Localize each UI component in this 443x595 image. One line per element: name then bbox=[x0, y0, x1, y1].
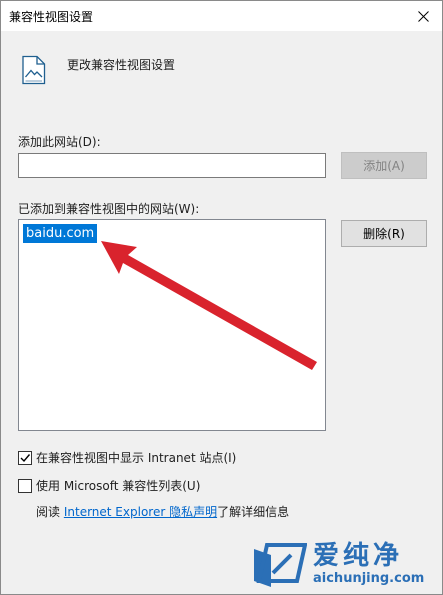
dialog-heading: 更改兼容性视图设置 bbox=[67, 58, 176, 72]
list-item[interactable]: baidu.com bbox=[23, 224, 98, 243]
intranet-label: 在兼容性视图中显示 Intranet 站点(I) bbox=[36, 451, 237, 465]
ms-list-label: 使用 Microsoft 兼容性列表(U) bbox=[36, 479, 201, 493]
watermark-text: 爱纯净 aichunjing.com bbox=[313, 541, 424, 587]
intranet-option[interactable]: 在兼容性视图中显示 Intranet 站点(I) bbox=[18, 449, 236, 466]
privacy-notice: 阅读 Internet Explorer 隐私声明了解详细信息 bbox=[36, 503, 289, 520]
compat-view-dialog: 兼容性视图设置 更改兼容性视图设置 添加此网站(D): 添加(A) 已添加到兼容… bbox=[0, 0, 443, 595]
add-site-input[interactable] bbox=[18, 153, 326, 178]
privacy-link[interactable]: Internet Explorer 隐私声明 bbox=[64, 505, 217, 519]
privacy-prefix: 阅读 bbox=[36, 505, 61, 519]
close-icon bbox=[417, 10, 429, 22]
watermark-url: aichunjing.com bbox=[313, 571, 425, 586]
ms-list-option[interactable]: 使用 Microsoft 兼容性列表(U) bbox=[18, 477, 200, 494]
ms-list-checkbox[interactable] bbox=[18, 478, 32, 493]
title-bar: 兼容性视图设置 bbox=[1, 1, 442, 31]
add-button[interactable]: 添加(A) bbox=[341, 152, 427, 179]
remove-button[interactable]: 删除(R) bbox=[341, 220, 427, 247]
window-title: 兼容性视图设置 bbox=[9, 10, 94, 24]
aichunjing-logo-icon bbox=[254, 543, 307, 587]
site-listbox[interactable]: baidu.com bbox=[18, 219, 326, 431]
watermark-brand: 爱纯净 bbox=[313, 541, 404, 571]
close-button[interactable] bbox=[404, 1, 442, 31]
watermark: 爱纯净 aichunjing.com bbox=[251, 541, 441, 593]
compat-page-icon bbox=[21, 55, 47, 85]
intranet-checkbox[interactable] bbox=[18, 450, 32, 465]
site-list-label: 已添加到兼容性视图中的网站(W): bbox=[18, 202, 200, 216]
checkmark-icon bbox=[20, 453, 31, 462]
privacy-suffix: 了解详细信息 bbox=[217, 505, 290, 519]
add-site-label: 添加此网站(D): bbox=[18, 135, 101, 149]
